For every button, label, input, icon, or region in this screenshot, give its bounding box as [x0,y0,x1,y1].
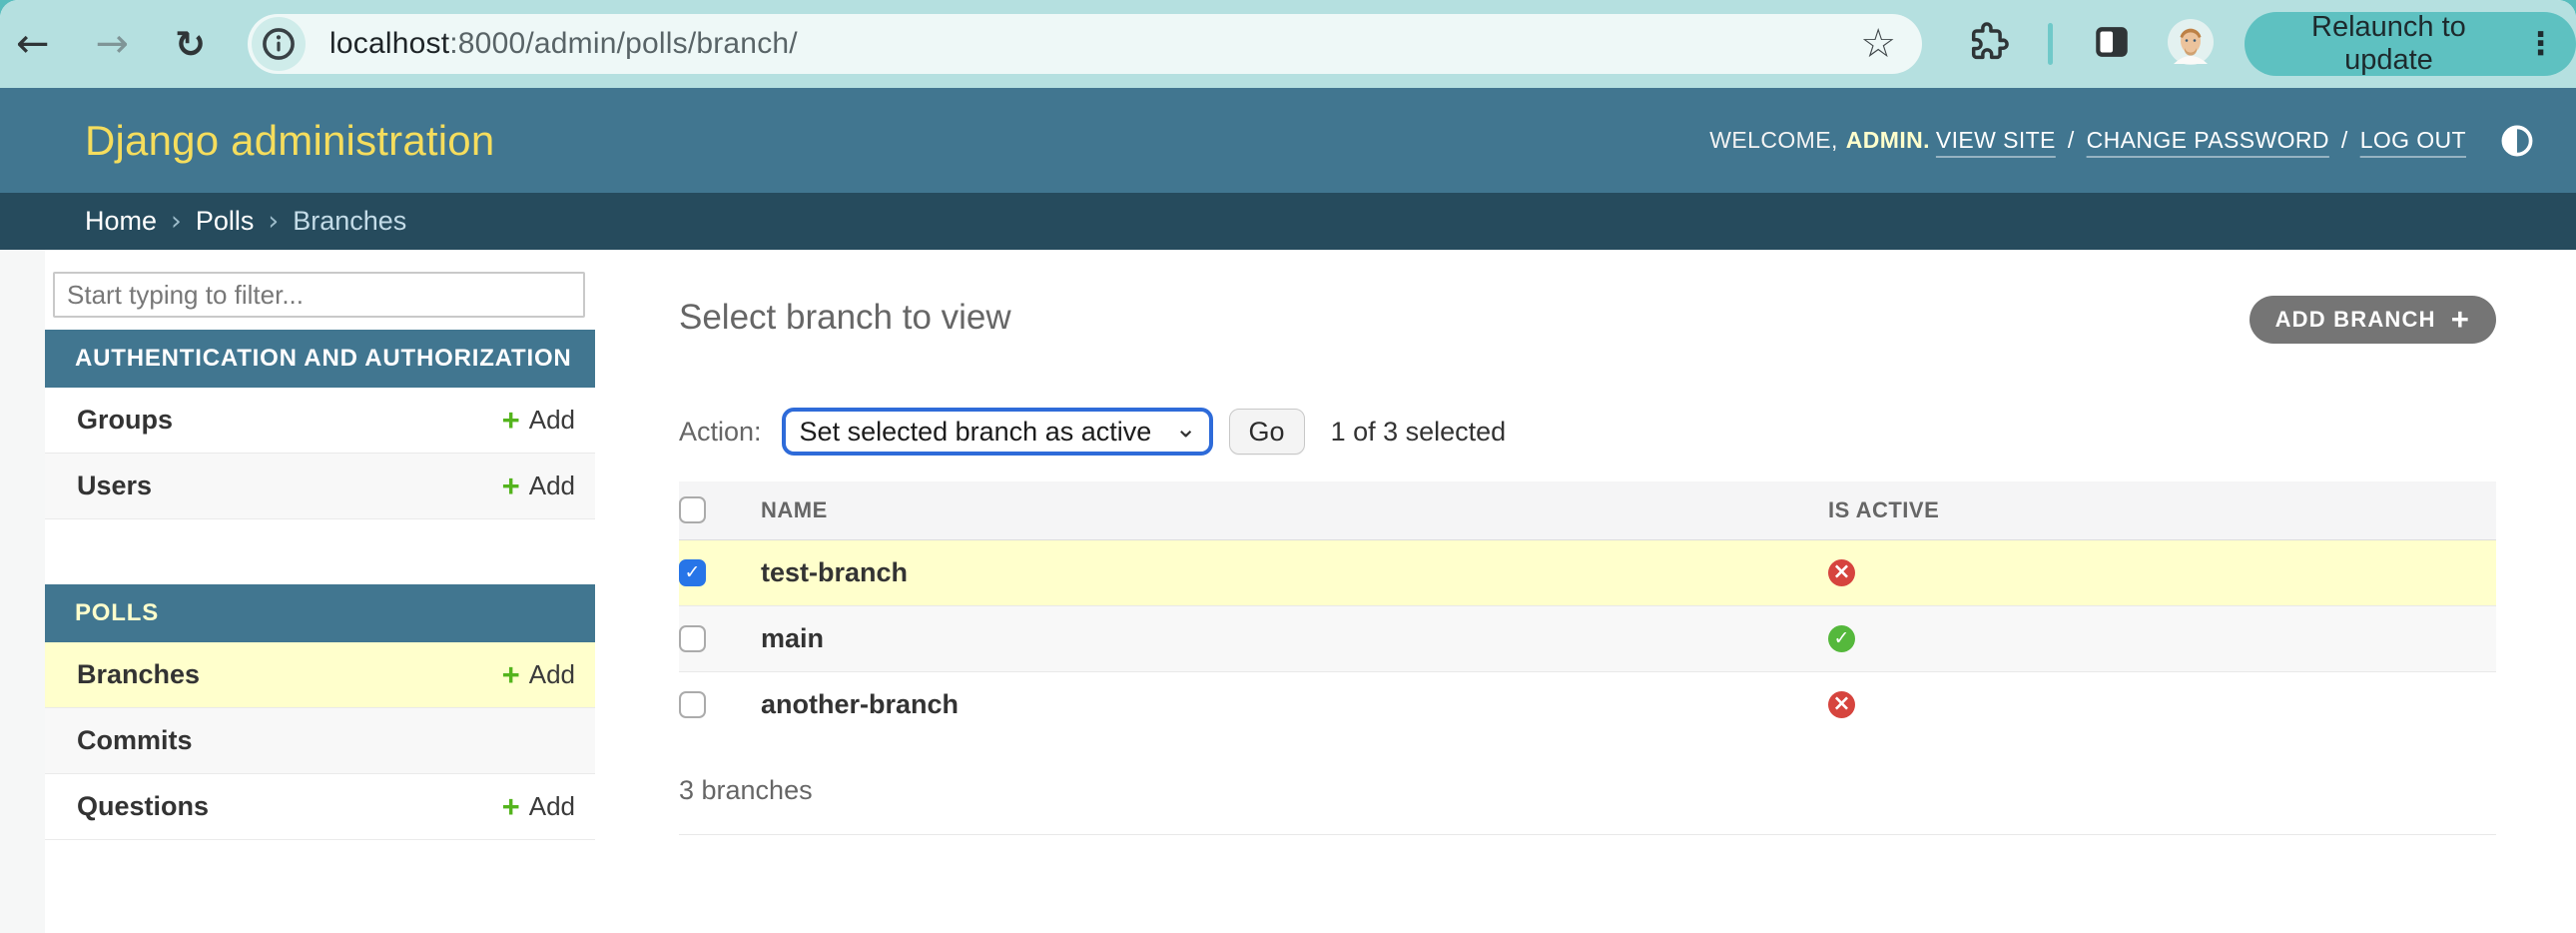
url-path: :8000/admin/polls/branch/ [449,27,798,60]
add-groups-link[interactable]: + Add [502,405,575,436]
sidebar-item-branches[interactable]: Branches + Add [45,642,595,708]
browser-toolbar: ← → ↻ localhost:8000/admin/polls/branch/… [0,0,2576,88]
row-checkbox[interactable] [679,625,706,652]
action-label: Action: [679,417,762,448]
action-select-shell: Set selected branch as active ⌄ [782,408,1213,456]
changelist-main: Select branch to view ADD BRANCH + Actio… [595,250,2576,933]
theme-toggle-icon[interactable] [2500,124,2534,158]
table-header-row: NAME IS ACTIVE [679,481,2496,539]
plus-icon: + [502,659,520,690]
site-info-icon[interactable] [252,17,306,71]
row-checkbox[interactable]: ✓ [679,559,706,586]
link-separator: / [2341,127,2348,154]
relaunch-to-update-button[interactable]: Relaunch to update ⋮ [2245,12,2576,76]
sidebar-item-label[interactable]: Groups [77,405,173,436]
toolbar-divider [2048,23,2053,65]
go-button[interactable]: Go [1229,409,1305,455]
relaunch-label: Relaunch to update [2272,11,2505,77]
add-branch-button[interactable]: ADD BRANCH + [2250,296,2496,344]
table-row: ✓ test-branch × [679,539,2496,605]
table-row: main ✓ [679,605,2496,671]
sidebar-item-groups[interactable]: Groups + Add [45,388,595,454]
action-select[interactable]: Set selected branch as active [782,408,1213,456]
module-auth: AUTHENTICATION AND AUTHORIZATION Groups … [45,330,595,519]
breadcrumb-separator: › [171,206,182,237]
actions-bar: Action: Set selected branch as active ⌄ … [679,408,2496,456]
add-label: Add [529,405,575,436]
add-branch-link[interactable]: + Add [502,659,575,690]
branch-name-link[interactable]: another-branch [761,671,1828,737]
add-label: Add [529,791,575,822]
sidebar-item-label[interactable]: Users [77,470,152,501]
result-count: 3 branches [679,775,2496,806]
extensions-icon[interactable] [1966,20,2010,69]
sidebar-item-questions[interactable]: Questions + Add [45,774,595,840]
reload-icon[interactable]: ↻ [175,26,206,63]
side-panel-icon[interactable] [2091,21,2133,68]
profile-avatar[interactable] [2167,18,2215,71]
user-tools: WELCOME, ADMIN. VIEW SITE / CHANGE PASSW… [1709,124,2534,158]
active-status-icon: ✓ [1828,625,1855,652]
forward-icon[interactable]: → [96,24,130,64]
add-branch-button-label: ADD BRANCH [2275,307,2436,333]
page-title: Select branch to view [679,298,2496,338]
sidebar-filter-input[interactable] [53,272,585,318]
username: ADMIN. [1846,127,1930,154]
sidebar-item-label[interactable]: Questions [77,791,209,822]
result-list-table: NAME IS ACTIVE ✓ test-branch × main ✓ [679,481,2496,737]
admin-header: Django administration WELCOME, ADMIN. VI… [0,88,2576,193]
url-text: localhost:8000/admin/polls/branch/ [329,27,798,61]
column-header-is-active[interactable]: IS ACTIVE [1828,481,2496,539]
add-questions-link[interactable]: + Add [502,791,575,822]
change-password-link[interactable]: CHANGE PASSWORD [2087,127,2329,154]
view-site-link[interactable]: VIEW SITE [1936,127,2056,154]
column-header-name[interactable]: NAME [761,481,1828,539]
back-icon[interactable]: ← [16,24,50,64]
welcome-text: WELCOME, [1709,127,1837,154]
branch-name-link[interactable]: test-branch [761,539,1828,605]
add-users-link[interactable]: + Add [502,470,575,501]
admin-content: AUTHENTICATION AND AUTHORIZATION Groups … [0,250,2576,933]
plus-icon: + [502,791,520,822]
log-out-link[interactable]: LOG OUT [2360,127,2466,154]
breadcrumb-current: Branches [293,206,406,237]
plus-icon: + [502,470,520,501]
sidebar-toggle-gutter[interactable] [0,250,45,933]
row-checkbox[interactable] [679,691,706,718]
address-bar[interactable]: localhost:8000/admin/polls/branch/ ☆ [248,14,1922,74]
breadcrumb-home-link[interactable]: Home [85,206,157,237]
toolbar-right-cluster: Relaunch to update ⋮ [1966,12,2576,76]
active-status-icon: × [1828,559,1855,586]
module-caption-auth[interactable]: AUTHENTICATION AND AUTHORIZATION [45,330,595,388]
add-label: Add [529,470,575,501]
sidebar-item-users[interactable]: Users + Add [45,454,595,519]
plus-icon: + [502,405,520,436]
action-counter: 1 of 3 selected [1331,417,1507,448]
breadcrumb: Home › Polls › Branches [0,193,2576,250]
bookmark-star-icon[interactable]: ☆ [1860,21,1896,67]
active-status-icon: × [1828,691,1855,718]
breadcrumb-separator: › [268,206,279,237]
content-bottom-divider [679,834,2496,836]
module-polls: POLLS Branches +Add Commits +Add Questio… [45,584,595,840]
sidebar-item-commits[interactable]: Commits +Add [45,708,595,774]
browser-window: ← → ↻ localhost:8000/admin/polls/branch/… [0,0,2576,933]
add-label: Add [529,659,575,690]
browser-menu-icon[interactable]: ⋮ [2525,26,2556,62]
select-all-checkbox[interactable] [679,496,706,523]
sidebar-item-label[interactable]: Branches [77,659,200,690]
sidebar-item-label[interactable]: Commits [77,725,193,756]
breadcrumb-app-link[interactable]: Polls [196,206,255,237]
nav-sidebar: AUTHENTICATION AND AUTHORIZATION Groups … [45,250,595,933]
link-separator: / [2068,127,2075,154]
table-row: another-branch × [679,671,2496,737]
module-caption-polls[interactable]: POLLS [45,584,595,642]
site-title[interactable]: Django administration [85,117,494,165]
branch-name-link[interactable]: main [761,605,1828,671]
url-host: localhost [329,27,449,60]
